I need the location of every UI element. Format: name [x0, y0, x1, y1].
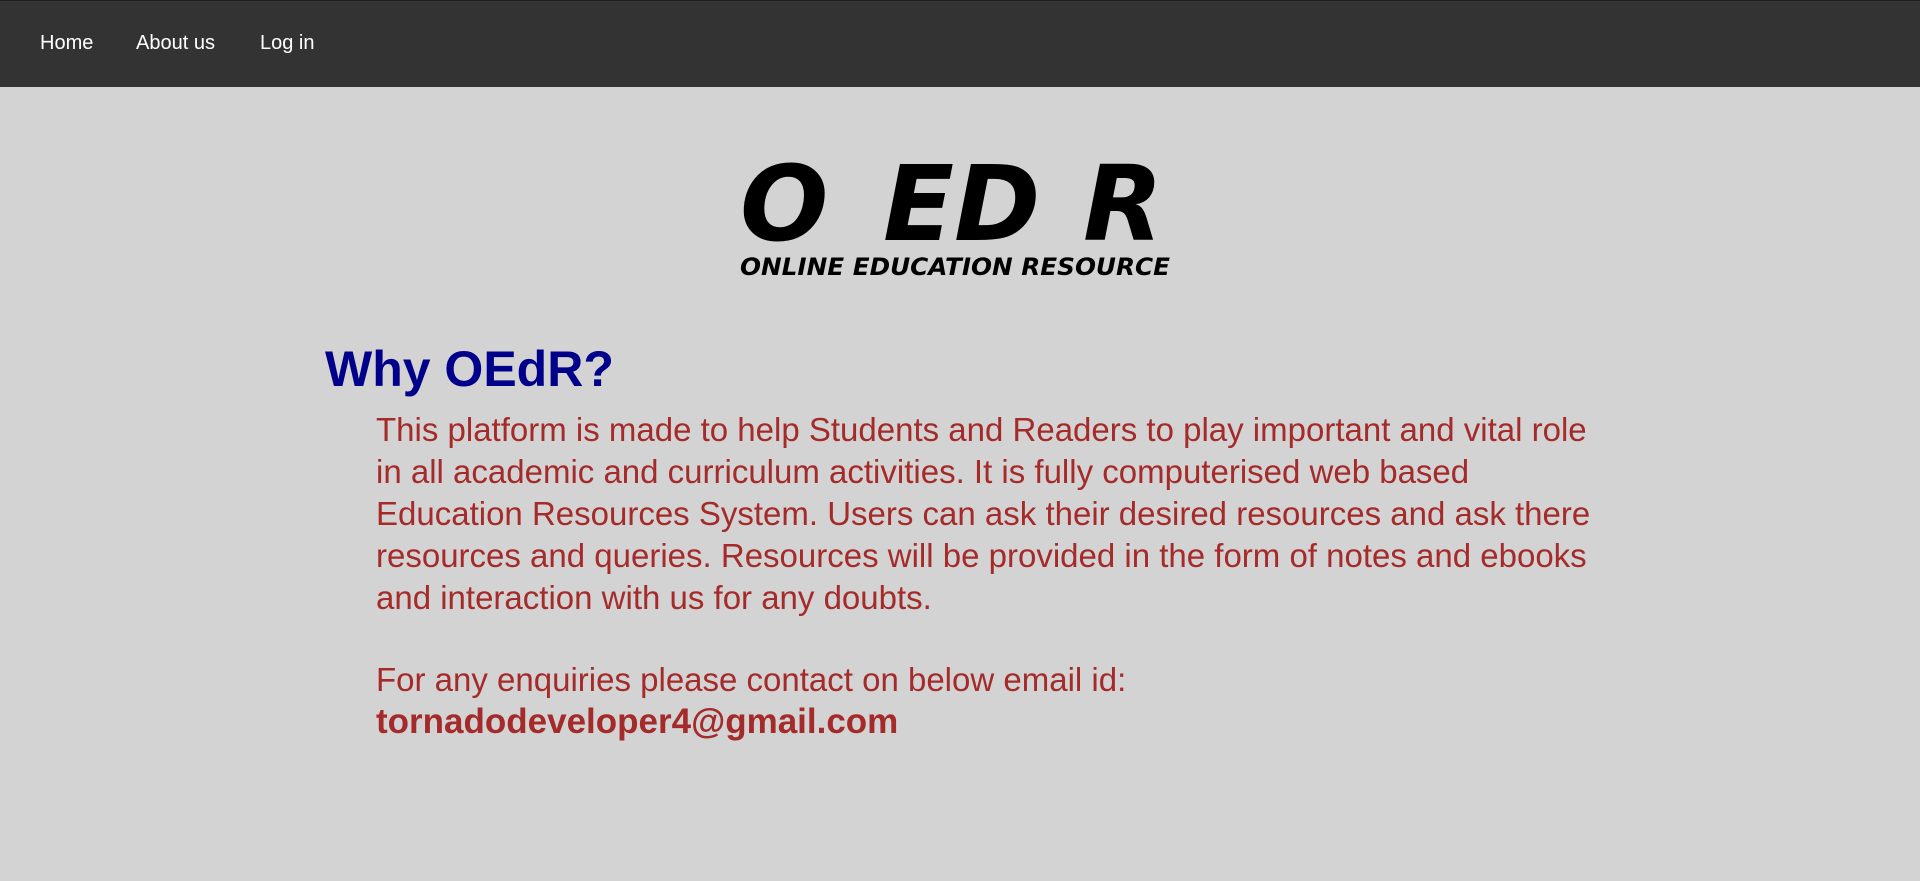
oedr-logo: O ED R ONLINE EDUCATION RESOURCE: [738, 146, 1198, 281]
logo-letter-r: R: [1083, 146, 1163, 265]
logo-letters-ed: ED: [883, 146, 1040, 265]
platform-description: This platform is made to help Students a…: [376, 411, 1591, 616]
contact-email: tornadodeveloper4@gmail.com: [376, 702, 899, 741]
nav-about-us-link[interactable]: About us: [136, 31, 215, 55]
logo-tagline: ONLINE EDUCATION RESOURCE: [740, 253, 1171, 281]
logo-letter-o: O: [740, 146, 828, 265]
nav-log-in-link[interactable]: Log in: [260, 31, 315, 55]
oedr-logo-graphic: O ED R ONLINE EDUCATION RESOURCE: [740, 146, 1171, 281]
top-navbar: Home About us Log in: [0, 0, 1920, 87]
page-heading: Why OEdR?: [325, 341, 614, 397]
nav-home-link[interactable]: Home: [40, 31, 93, 55]
logo-letters: O ED R: [740, 146, 1163, 265]
enquiry-text: For any enquiries please contact on belo…: [376, 661, 1127, 698]
